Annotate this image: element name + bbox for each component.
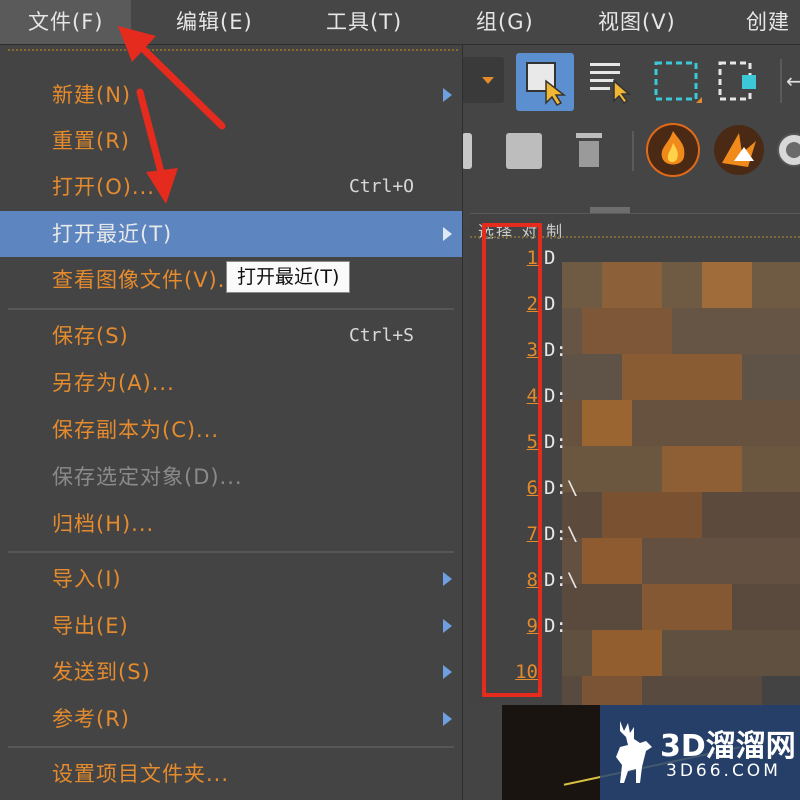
- submenu-arrow-icon: [443, 665, 452, 679]
- menu-item-new[interactable]: 新建(N): [0, 72, 462, 118]
- menu-group[interactable]: 组(G): [476, 0, 534, 44]
- recent-file-path: D: [544, 247, 556, 269]
- menu-item-label: 导出(E): [52, 614, 129, 638]
- toolbar-separator: [780, 59, 782, 103]
- menu-bar: 文件(F) 编辑(E) 工具(T) 组(G) 视图(V) 创建: [0, 0, 800, 45]
- menu-item-label: 导入(I): [52, 567, 122, 591]
- menu-item-label: 打开最近(T): [52, 222, 173, 246]
- menu-item-shortcut: Ctrl+S: [348, 325, 414, 346]
- menu-item-reference[interactable]: 参考(R): [0, 696, 462, 742]
- recent-file-path: D:: [544, 339, 567, 361]
- submenu-arrow-icon: [443, 572, 452, 586]
- menu-separator: [8, 308, 454, 310]
- file-menu-dropdown: 新建(N) 重置(R) 打开(O)... Ctrl+O 打开最近(T) 查看图像…: [0, 45, 463, 800]
- menu-tools[interactable]: 工具(T): [326, 0, 402, 44]
- select-by-name-button[interactable]: [584, 53, 642, 111]
- menu-item-save-selected: 保存选定对象(D)...: [0, 454, 462, 500]
- menu-item-label: 重置(R): [52, 129, 130, 153]
- select-cursor-icon: [526, 62, 567, 106]
- submenu-arrow-icon: [443, 227, 452, 241]
- menu-item-label: 新建(N): [52, 83, 132, 107]
- menu-item-save[interactable]: 保存(S) Ctrl+S: [0, 313, 462, 359]
- menu-item-save-copy[interactable]: 保存副本为(C)...: [0, 407, 462, 453]
- menu-item-export[interactable]: 导出(E): [0, 603, 462, 649]
- render-production-button[interactable]: [712, 123, 766, 177]
- menu-item-open-recent[interactable]: 打开最近(T): [0, 211, 462, 257]
- menu-item-label: 保存(S): [52, 324, 129, 348]
- menu-item-import[interactable]: 导入(I): [0, 556, 462, 602]
- toolbar-arrow-icon: ←: [786, 69, 800, 93]
- menu-item-send-to[interactable]: 发送到(S): [0, 649, 462, 695]
- menu-item-label: 保存副本为(C)...: [52, 418, 220, 442]
- flame-icon: [648, 125, 698, 175]
- menu-separator: [8, 551, 454, 553]
- toolbar-separator: [632, 131, 634, 171]
- menu-separator: [8, 746, 454, 748]
- window-crossing-icon: [718, 61, 756, 101]
- deer-logo-icon: [616, 721, 652, 783]
- recent-file-path: D:: [544, 431, 567, 453]
- menu-edit[interactable]: 编辑(E): [176, 0, 253, 44]
- menu-item-open[interactable]: 打开(O)... Ctrl+O: [0, 164, 462, 210]
- recent-file-path: D:\: [544, 523, 579, 545]
- menu-item-save-as[interactable]: 另存为(A)...: [0, 360, 462, 406]
- menu-item-set-project-folder[interactable]: 设置项目文件夹...: [0, 751, 462, 797]
- recent-file-path: D:\: [544, 477, 579, 499]
- recent-file-path: D:\: [544, 569, 579, 591]
- menu-item-label: 查看图像文件(V)...: [52, 268, 241, 292]
- teapot-render-button[interactable]: [776, 123, 800, 177]
- background-workspace: ← 选择 对 制 1 D 2 D 3 D: 4 D: 5 D: 6 D:\ 7 …: [462, 45, 800, 800]
- rectangular-selection-button[interactable]: [650, 53, 708, 111]
- menu-item-shortcut: Ctrl+O: [348, 176, 414, 197]
- list-select-icon: [590, 63, 632, 105]
- watermark: 3D溜溜网 3D66.COM: [600, 705, 800, 800]
- menu-item-label: 归档(H)...: [52, 512, 155, 536]
- render-burst-icon: [714, 125, 764, 175]
- layer-button[interactable]: [462, 133, 472, 169]
- recent-file-path: D:: [544, 385, 567, 407]
- menu-file[interactable]: 文件(F): [0, 0, 132, 44]
- trash-icon[interactable]: [576, 133, 602, 169]
- tooltip: 打开最近(T): [226, 261, 351, 293]
- menu-item-label: 另存为(A)...: [52, 371, 175, 395]
- menu-view[interactable]: 视图(V): [598, 0, 676, 44]
- select-object-button[interactable]: [516, 53, 574, 111]
- render-flame-button[interactable]: [646, 123, 700, 177]
- window-crossing-button[interactable]: [714, 53, 772, 111]
- recent-file-path: D: [544, 293, 556, 315]
- watermark-title: 3D溜溜网: [660, 729, 796, 764]
- secondary-toolbar: [462, 117, 800, 237]
- submenu-arrow-icon: [443, 88, 452, 102]
- menu-item-archive[interactable]: 归档(H)...: [0, 501, 462, 547]
- layer-box-button[interactable]: [506, 133, 542, 169]
- teapot-icon: [777, 133, 800, 167]
- menu-item-label: 设置项目文件夹...: [52, 762, 230, 786]
- menu-create[interactable]: 创建: [746, 0, 790, 44]
- watermark-subtitle: 3D66.COM: [666, 761, 781, 781]
- menu-top-divider: [8, 49, 458, 51]
- menu-item-label: 打开(O)...: [52, 175, 155, 199]
- dashed-rectangle-icon: [654, 61, 702, 103]
- menu-item-label: 参考(R): [52, 707, 130, 731]
- main-toolbar: ←: [462, 45, 800, 118]
- selection-filter-dropdown[interactable]: [462, 57, 504, 103]
- recent-file-path: D:: [544, 615, 567, 637]
- submenu-arrow-icon: [443, 619, 452, 633]
- menu-item-reset[interactable]: 重置(R): [0, 118, 462, 164]
- menu-item-label: 保存选定对象(D)...: [52, 465, 243, 489]
- submenu-arrow-icon: [443, 712, 452, 726]
- annotation-highlight-box: [482, 223, 542, 697]
- chevron-down-icon: [482, 77, 494, 84]
- menu-item-label: 发送到(S): [52, 660, 151, 684]
